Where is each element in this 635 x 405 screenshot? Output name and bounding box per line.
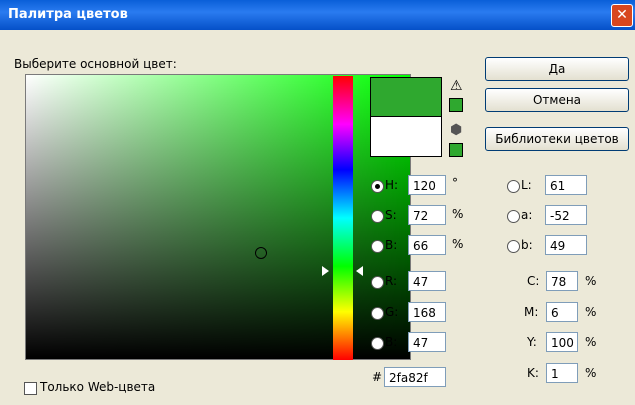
red-input[interactable]: 47 — [408, 271, 446, 291]
a-channel-input[interactable]: -52 — [545, 205, 587, 225]
magenta-unit: % — [585, 305, 597, 319]
b-channel-label: b: — [521, 238, 533, 252]
a-channel-radio[interactable] — [507, 210, 520, 223]
lightness-label: L: — [521, 178, 532, 192]
blue-radio[interactable] — [371, 337, 384, 350]
brightness-input[interactable]: 66 — [408, 235, 446, 255]
hex-input[interactable]: 2fa82f — [384, 367, 446, 387]
brightness-label: B: — [385, 238, 398, 252]
pick-color-prompt: Выберите основной цвет: — [14, 57, 177, 71]
hue-slider-right-arrow-icon[interactable] — [356, 266, 363, 276]
color-picker-marker[interactable] — [255, 247, 267, 259]
web-safe-color-swatch[interactable] — [449, 143, 463, 157]
hue-slider-left-arrow-icon[interactable] — [322, 266, 329, 276]
magenta-label: M: — [524, 305, 539, 319]
hue-label: H: — [385, 178, 399, 192]
yellow-input[interactable]: 100 — [546, 332, 578, 352]
hex-label: # — [372, 370, 383, 384]
blue-input[interactable]: 47 — [408, 332, 446, 352]
saturation-input[interactable]: 72 — [408, 205, 446, 225]
window-title: Палитра цветов — [8, 7, 128, 22]
hue-radio[interactable] — [371, 180, 384, 193]
current-color-swatch[interactable] — [370, 116, 442, 157]
blue-label: B: — [385, 335, 398, 349]
green-input[interactable]: 168 — [408, 302, 446, 322]
close-button[interactable]: ✕ — [611, 4, 633, 27]
brightness-unit: % — [452, 237, 464, 251]
lightness-input[interactable]: 61 — [545, 175, 587, 195]
black-input[interactable]: 1 — [546, 363, 578, 383]
web-safe-cube-icon: ⬢ — [450, 122, 463, 138]
gamut-color-swatch[interactable] — [449, 98, 463, 112]
yellow-label: Y: — [527, 335, 537, 349]
red-label: R: — [385, 274, 398, 288]
web-colors-only-label: Только Web-цвета — [40, 380, 156, 394]
green-label: G: — [385, 305, 399, 319]
green-radio[interactable] — [371, 307, 384, 320]
red-radio[interactable] — [371, 276, 384, 289]
color-libraries-button[interactable]: Библиотеки цветов — [485, 127, 629, 151]
black-unit: % — [585, 366, 597, 380]
hue-unit: ° — [452, 176, 458, 190]
web-colors-only-checkbox[interactable] — [24, 382, 37, 395]
cyan-input[interactable]: 78 — [546, 271, 578, 291]
saturation-radio[interactable] — [371, 210, 384, 223]
black-label: K: — [527, 366, 539, 380]
cancel-button[interactable]: Отмена — [485, 88, 629, 112]
b-channel-input[interactable]: 49 — [545, 235, 587, 255]
saturation-unit: % — [452, 207, 464, 221]
yellow-unit: % — [585, 335, 597, 349]
title-bar: Палитра цветов ✕ — [0, 0, 635, 30]
ok-button[interactable]: Да — [485, 57, 629, 81]
saturation-label: S: — [385, 208, 397, 222]
new-color-swatch — [370, 77, 442, 117]
gamut-warning-icon: ⚠ — [450, 78, 463, 94]
hue-input[interactable]: 120 — [408, 175, 446, 195]
lightness-radio[interactable] — [507, 180, 520, 193]
magenta-input[interactable]: 6 — [546, 302, 578, 322]
brightness-radio[interactable] — [371, 240, 384, 253]
b-channel-radio[interactable] — [507, 240, 520, 253]
cyan-label: C: — [527, 274, 540, 288]
cyan-unit: % — [585, 274, 597, 288]
hue-slider[interactable] — [333, 76, 353, 360]
color-field[interactable] — [25, 74, 411, 360]
a-channel-label: a: — [521, 208, 533, 222]
